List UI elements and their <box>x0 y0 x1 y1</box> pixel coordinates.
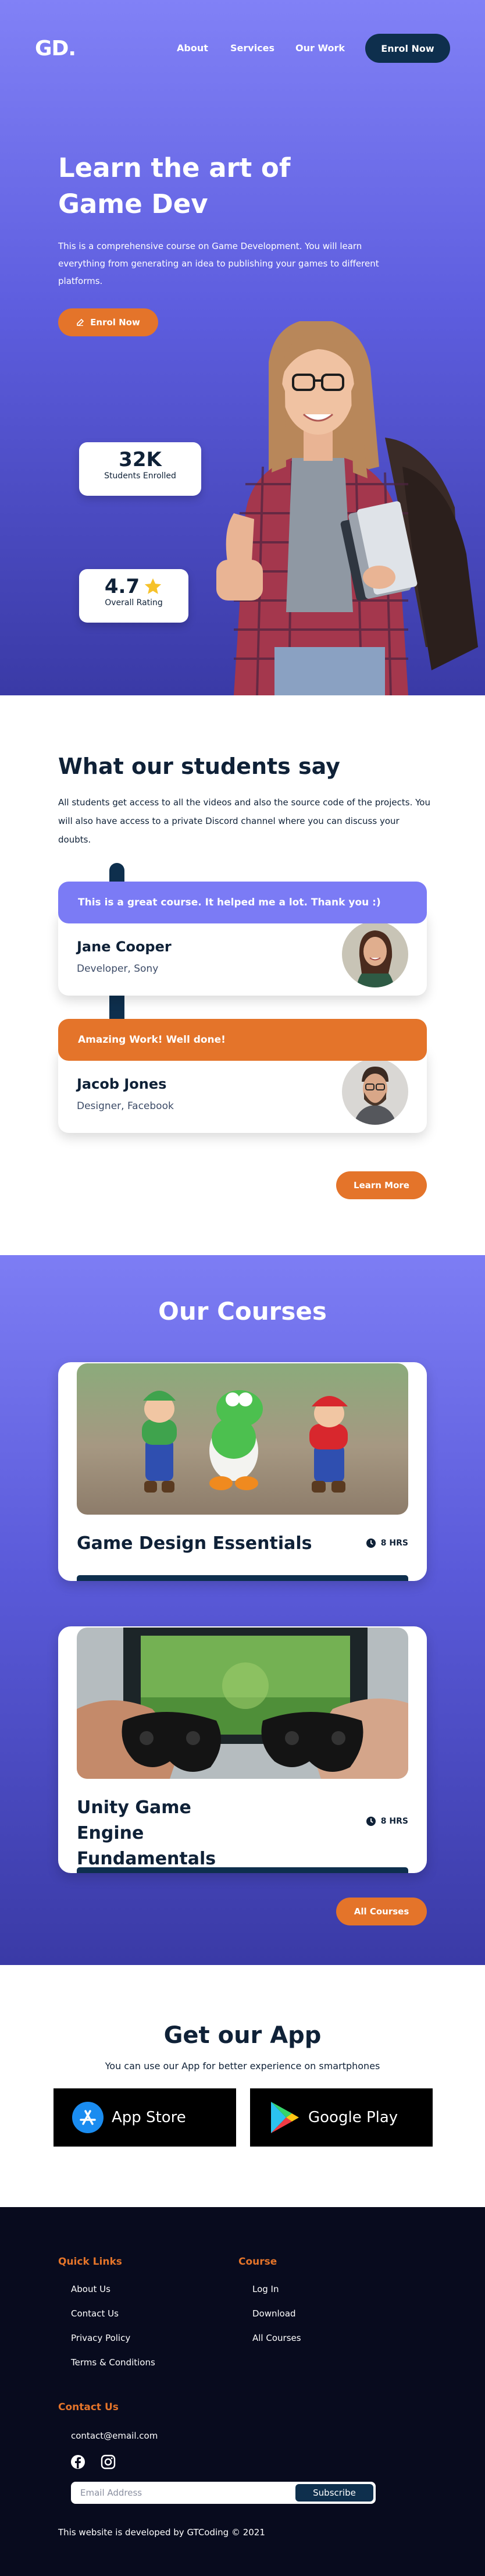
google-play-label: Google Play <box>308 2109 398 2126</box>
contact-email[interactable]: contact@email.com <box>71 2431 158 2441</box>
learn-more-button[interactable]: Learn More <box>336 1171 427 1199</box>
rating-stat-card: 4.7 Overall Rating <box>79 569 188 623</box>
course-duration: 8 HRS <box>366 1816 408 1827</box>
course-links-title: Course <box>238 2256 277 2268</box>
course-card[interactable]: Unity Game Engine Fundamentals 8 HRS <box>58 1626 427 1873</box>
app-store-icon <box>72 2102 104 2133</box>
course-hours: 8 HRS <box>380 1817 408 1826</box>
contact-title: Contact Us <box>58 2401 119 2413</box>
course-hours: 8 HRS <box>380 1539 408 1548</box>
course-card[interactable]: Game Design Essentials 8 HRS <box>58 1362 427 1581</box>
course-image-mario <box>77 1363 408 1515</box>
star-icon <box>144 578 162 594</box>
facebook-icon[interactable] <box>70 2454 86 2470</box>
footer-link-login[interactable]: Log In <box>252 2284 279 2294</box>
app-description: You can use our App for better experienc… <box>105 2060 380 2072</box>
nav-link-about[interactable]: About <box>177 42 208 54</box>
hero-enrol-label: Enrol Now <box>90 317 140 328</box>
footer-link-contact[interactable]: Contact Us <box>71 2308 119 2319</box>
students-count: 32K <box>119 448 162 471</box>
hero-enrol-button[interactable]: Enrol Now <box>58 308 158 336</box>
footer-link-privacy[interactable]: Privacy Policy <box>71 2333 130 2343</box>
students-stat-card: 32K Students Enrolled <box>79 442 201 496</box>
nav-link-services[interactable]: Services <box>230 42 274 54</box>
course-bar <box>77 1575 408 1581</box>
hero-section: GD. About Services Our Work Enrol Now Le… <box>0 0 485 695</box>
testimonial-quote: This is a great course. It helped me a l… <box>58 882 427 923</box>
google-play-icon <box>271 2102 299 2133</box>
testimonial-name: Jacob Jones <box>77 1076 167 1092</box>
app-store-label: App Store <box>112 2109 186 2126</box>
all-courses-button[interactable]: All Courses <box>336 1898 427 1925</box>
student-photo <box>216 321 478 695</box>
testimonials-title: What our students say <box>58 754 340 779</box>
footer-link-about[interactable]: About Us <box>71 2284 110 2294</box>
testimonials-section: What our students say All students get a… <box>0 695 485 1255</box>
footer-link-all-courses[interactable]: All Courses <box>252 2333 301 2343</box>
testimonial-quote: Amazing Work! Well done! <box>58 1019 427 1061</box>
testimonials-description: All students get access to all the video… <box>58 797 430 845</box>
app-section: Get our App You can use our App for bett… <box>0 1965 485 2207</box>
course-duration: 8 HRS <box>366 1538 408 1548</box>
logo[interactable]: GD. <box>35 37 76 61</box>
top-nav: GD. About Services Our Work Enrol Now <box>0 0 485 99</box>
course-title: Game Design Essentials <box>77 1533 312 1554</box>
rating-label: Overall Rating <box>105 598 163 607</box>
testimonial-role: Designer, Facebook <box>77 1100 174 1112</box>
testimonial-card: Amazing Work! Well done! Jacob Jones Des… <box>58 1019 427 1133</box>
course-bar <box>77 1867 408 1873</box>
avatar <box>342 921 408 987</box>
subscribe-button[interactable]: Subscribe <box>295 2484 373 2502</box>
rating-value: 4.7 <box>104 575 140 598</box>
footer: Quick Links About Us Contact Us Privacy … <box>0 2207 485 2576</box>
testimonial-role: Developer, Sony <box>77 963 159 975</box>
footer-link-terms[interactable]: Terms & Conditions <box>71 2357 155 2368</box>
app-title: Get our App <box>163 2022 322 2049</box>
email-field[interactable] <box>80 2485 290 2501</box>
clock-icon <box>366 1817 376 1826</box>
course-title: Unity Game Engine Fundamentals <box>77 1797 216 1869</box>
avatar <box>342 1058 408 1125</box>
copyright-text: This website is developed by GTCoding © … <box>58 2527 265 2538</box>
testimonial-name: Jane Cooper <box>77 939 172 955</box>
nav-enrol-button[interactable]: Enrol Now <box>365 34 450 63</box>
students-label: Students Enrolled <box>104 471 176 481</box>
hero-description: This is a comprehensive course on Game D… <box>58 241 379 286</box>
google-play-button[interactable]: Google Play <box>250 2088 433 2147</box>
quick-links-title: Quick Links <box>58 2256 122 2268</box>
app-store-button[interactable]: App Store <box>54 2088 236 2147</box>
clock-icon <box>366 1539 376 1548</box>
footer-link-download[interactable]: Download <box>252 2308 296 2319</box>
instagram-icon[interactable] <box>100 2454 116 2470</box>
courses-title: Our Courses <box>158 1297 327 1326</box>
newsletter-form: Subscribe <box>71 2482 376 2504</box>
course-image-controllers <box>77 1628 408 1779</box>
nav-link-our-work[interactable]: Our Work <box>295 42 345 54</box>
hero-title: Learn the art of Game Dev <box>58 152 291 219</box>
edit-icon <box>77 318 84 326</box>
testimonial-card: This is a great course. It helped me a l… <box>58 882 427 996</box>
courses-section: Our Courses Game Design Essentials 8 HRS… <box>0 1255 485 1965</box>
